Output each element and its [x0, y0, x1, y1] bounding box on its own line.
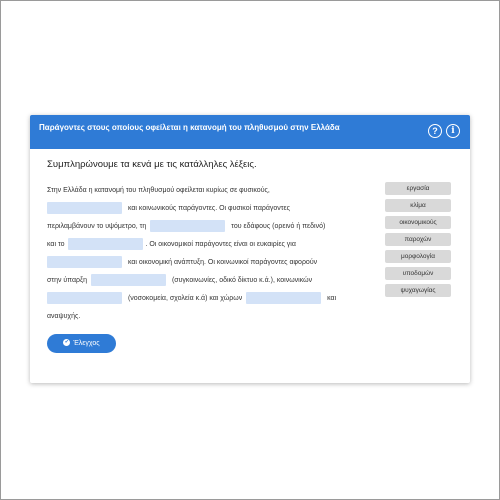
blank-drop-zone-7[interactable] [246, 292, 322, 305]
activity-header: Παράγοντες στους οποίους οφείλεται η κατ… [30, 115, 470, 149]
check-button[interactable]: ✔ Έλεγχος [47, 334, 116, 353]
word-chip[interactable]: κλίμα [385, 199, 451, 212]
word-chip[interactable]: εργασία [385, 182, 451, 195]
word-chip[interactable]: οικονομικούς [385, 216, 451, 229]
passage-text: αναψυχής. [47, 313, 81, 320]
passage-line: περιλαμβάνουν το υψόμετρο, τη του εδάφου… [47, 218, 377, 236]
word-chip[interactable]: παροχών [385, 233, 451, 246]
word-bank: εργασία κλίμα οικονομικούς παροχών μορφο… [385, 182, 451, 301]
blank-drop-zone-1[interactable] [47, 202, 122, 215]
instruction-text: Συμπληρώνουμε τα κενά με τις κατάλληλες … [47, 159, 257, 170]
fill-in-blanks-activity: Παράγοντες στους οποίους οφείλεται η κατ… [30, 115, 470, 383]
passage-text: και κοινωνικούς παράγοντες. Οι φυσικοί π… [127, 205, 291, 212]
passage-line: και κοινωνικούς παράγοντες. Οι φυσικοί π… [47, 200, 377, 218]
word-chip[interactable]: μορφολογία [385, 250, 451, 263]
word-chip[interactable]: ψυχαγωγίας [385, 284, 451, 297]
passage-text: (νοσοκομεία, σχολεία κ.ά) και χώρων [127, 295, 243, 302]
passage-text: περιλαμβάνουν το υψόμετρο, τη [47, 223, 147, 230]
passage-line: Στην Ελλάδα η κατανομή του πληθυσμού οφε… [47, 182, 377, 200]
help-icon[interactable]: ? [428, 124, 442, 138]
passage-text: και οικονομική ανάπτυξη. Οι κοινωνικοί π… [127, 259, 318, 266]
passage-text: στην ύπαρξη [47, 277, 88, 284]
blank-drop-zone-6[interactable] [47, 292, 122, 305]
info-icon[interactable]: i [446, 124, 460, 138]
blank-drop-zone-2[interactable] [150, 220, 226, 233]
passage-text: Στην Ελλάδα η κατανομή του πληθυσμού οφε… [47, 187, 270, 194]
blank-drop-zone-4[interactable] [47, 256, 122, 269]
activity-title: Παράγοντες στους οποίους οφείλεται η κατ… [39, 123, 340, 132]
check-button-label: Έλεγχος [73, 340, 100, 347]
passage-text: και το [47, 241, 65, 248]
word-chip[interactable]: υποδομών [385, 267, 451, 280]
passage-line: αναψυχής. [47, 308, 377, 326]
passage-text: του εδάφους (ορεινό ή πεδινό) [231, 223, 326, 230]
passage-text: (συγκοινωνίες, οδικό δίκτυο κ.ά.), κοινω… [171, 277, 313, 284]
passage-text: και [327, 295, 337, 302]
passage-line: και το . Οι οικονομικοί παράγοντες είναι… [47, 236, 377, 254]
blank-drop-zone-3[interactable] [68, 238, 144, 251]
passage-line: και οικονομική ανάπτυξη. Οι κοινωνικοί π… [47, 254, 377, 272]
passage-line: στην ύπαρξη (συγκοινωνίες, οδικό δίκτυο … [47, 272, 377, 290]
check-circle-icon: ✔ [63, 339, 71, 347]
passage: Στην Ελλάδα η κατανομή του πληθυσμού οφε… [47, 182, 377, 326]
passage-line: (νοσοκομεία, σχολεία κ.ά) και χώρων και [47, 290, 377, 308]
passage-text: . Οι οικονομικοί παράγοντες είναι οι ευκ… [145, 241, 296, 248]
blank-drop-zone-5[interactable] [91, 274, 166, 287]
